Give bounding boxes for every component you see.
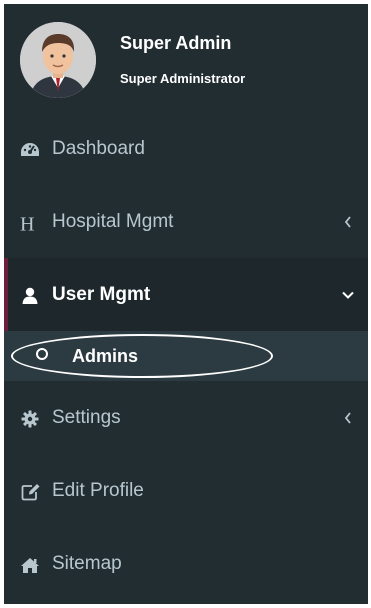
- sidebar-item-sitemap[interactable]: Sitemap: [4, 527, 368, 600]
- submenu-user-mgmt: Admins: [4, 331, 368, 381]
- sidebar-menu: Dashboard H Hospital Mgmt User Mgmt Admi…: [4, 112, 368, 600]
- tachometer-icon: [20, 140, 40, 160]
- circle-icon: [36, 348, 48, 360]
- chevron-down-icon: [342, 288, 354, 302]
- user-icon: [20, 286, 40, 306]
- user-role: Super Administrator: [120, 71, 246, 86]
- sidebar: Super Admin Super Administrator Dashboar…: [4, 4, 368, 604]
- sidebar-item-label: Hospital Mgmt: [52, 211, 174, 232]
- user-panel: Super Admin Super Administrator: [4, 4, 368, 112]
- gear-icon: [20, 409, 40, 429]
- edit-icon: [20, 482, 40, 502]
- sidebar-item-settings[interactable]: Settings: [4, 381, 368, 454]
- user-name: Super Admin: [120, 33, 232, 53]
- user-avatar-icon[interactable]: [20, 22, 96, 98]
- hospital-h-icon: H: [20, 213, 40, 233]
- chevron-left-icon: [342, 411, 354, 425]
- sidebar-item-dashboard[interactable]: Dashboard: [4, 112, 368, 185]
- sidebar-item-label: Settings: [52, 407, 121, 428]
- sidebar-item-user-mgmt[interactable]: User Mgmt: [4, 258, 368, 331]
- sidebar-item-label: Dashboard: [52, 138, 145, 159]
- home-icon: [20, 555, 40, 575]
- submenu-item-admins[interactable]: Admins: [4, 331, 368, 381]
- sidebar-item-label: Sitemap: [52, 553, 122, 574]
- chevron-left-icon: [342, 215, 354, 229]
- highlight-ellipse: [11, 334, 273, 378]
- sidebar-item-edit-profile[interactable]: Edit Profile: [4, 454, 368, 527]
- sidebar-item-label: User Mgmt: [52, 284, 151, 305]
- svg-text:H: H: [20, 213, 34, 233]
- submenu-item-label: Admins: [72, 346, 139, 366]
- sidebar-item-label: Edit Profile: [52, 480, 144, 501]
- sidebar-item-hospital-mgmt[interactable]: H Hospital Mgmt: [4, 185, 368, 258]
